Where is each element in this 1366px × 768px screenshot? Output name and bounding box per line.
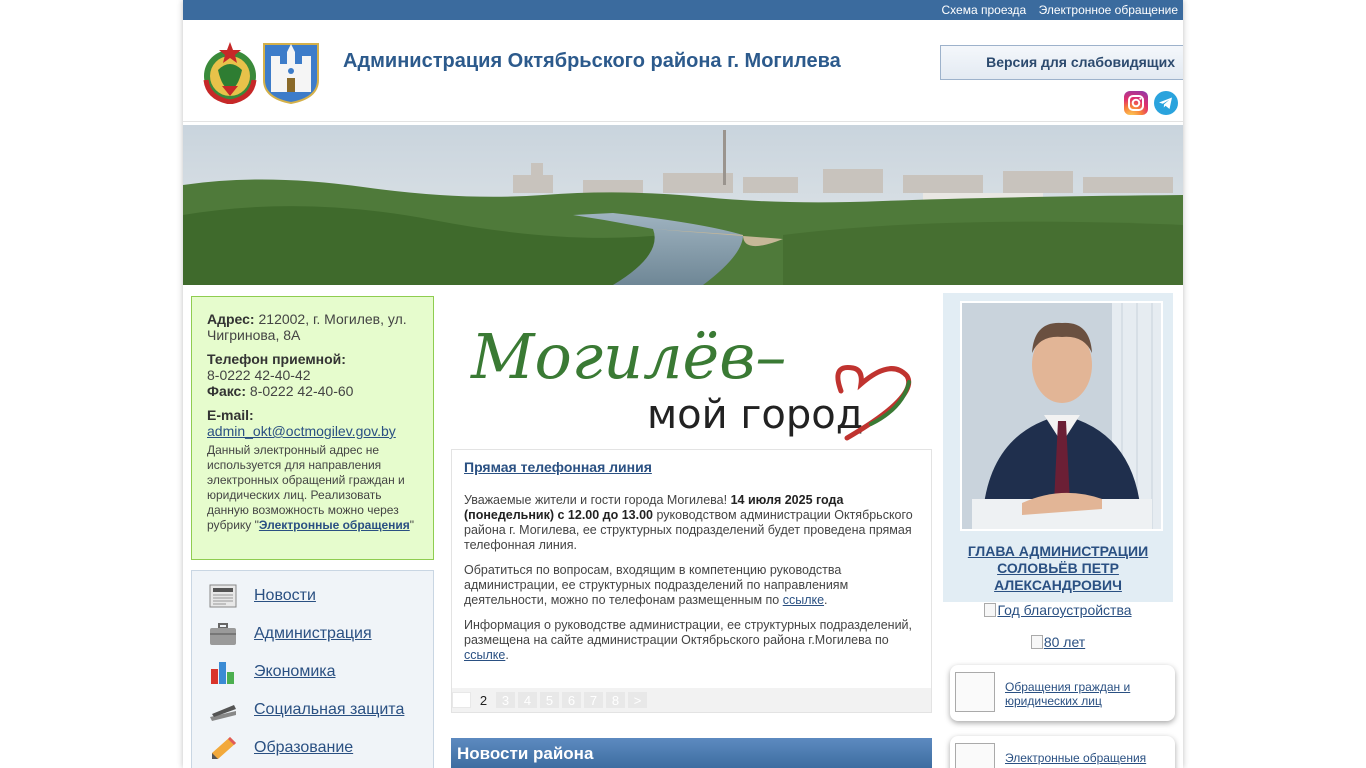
electronic-appeals-link[interactable]: Электронные обращения (1005, 751, 1165, 765)
contact-info-box: Адрес: 212002, г. Могилев, ул. Чигринова… (191, 296, 434, 560)
citizen-appeals-card[interactable]: Обращения граждан и юридических лиц (950, 665, 1175, 721)
bar-chart-icon (211, 662, 234, 684)
phones-link[interactable]: ссылке (783, 593, 824, 607)
menu-item-social-protection[interactable]: Социальная защита (192, 691, 433, 729)
logo-plain-text: мой город (647, 392, 863, 438)
pager-page-7[interactable]: 7 (584, 692, 603, 708)
announcement-paragraph-1: Уважаемые жители и гости города Могилева… (464, 493, 913, 552)
slider-pager: 1 2 3 4 5 6 7 8 > (452, 688, 931, 712)
mogilev-coat-of-arms-icon[interactable] (261, 40, 321, 104)
announcement-paragraph-2: Обратиться по вопросам, входящим в компе… (464, 563, 849, 607)
main-menu: Новости Администрация Экономика Социальн… (191, 570, 434, 768)
leadership-link[interactable]: ссылке (464, 648, 505, 662)
menu-label-news[interactable]: Новости (254, 587, 316, 605)
menu-label-education[interactable]: Образование (254, 739, 353, 757)
menu-item-administration[interactable]: Администрация (192, 615, 433, 653)
page: Схема проезда Электронное обращение Адми… (183, 0, 1183, 768)
menu-label-administration[interactable]: Администрация (254, 625, 372, 643)
logo-script-text: Могилёв– (470, 320, 786, 393)
top-bar: Схема проезда Электронное обращение (183, 0, 1183, 20)
belarus-emblem-icon[interactable] (200, 40, 260, 104)
instagram-icon[interactable] (1124, 91, 1148, 115)
head-name-link[interactable]: ГЛАВА АДМИНИСТРАЦИИ СОЛОВЬЁВ ПЕТР АЛЕКСА… (943, 543, 1173, 594)
newspaper-icon (209, 584, 237, 608)
e-appeal-link[interactable]: Электронное обращение (1039, 3, 1178, 17)
telegram-icon[interactable] (1154, 91, 1178, 115)
pager-next-button[interactable]: > (628, 692, 647, 708)
head-photo[interactable] (960, 301, 1163, 531)
email-line: E-mail: admin_okt@octmogilev.gov.by (207, 407, 396, 439)
announcement-box: Прямая телефонная линия Уважаемые жители… (451, 449, 932, 713)
low-vision-version-button[interactable]: Версия для слабовидящих (940, 45, 1183, 80)
menu-label-social-protection[interactable]: Социальная защита (254, 701, 404, 719)
city-panorama-banner (183, 125, 1183, 285)
menu-item-news[interactable]: Новости (192, 577, 433, 615)
header: Администрация Октябрьского района г. Мог… (183, 20, 1183, 122)
announcement-paragraph-3: Информация о руководстве администрации, … (464, 618, 913, 662)
pager-page-4[interactable]: 4 (518, 692, 537, 708)
address-line: Адрес: 212002, г. Могилев, ул. Чигринова… (207, 311, 407, 343)
stapler-icon (210, 705, 236, 721)
email-link[interactable]: admin_okt@octmogilev.gov.by (207, 423, 396, 439)
mogilev-my-city-logo[interactable]: Могилёв– мой город (451, 296, 932, 446)
broken-image-icon (955, 743, 995, 768)
broken-image-icon (1030, 635, 1043, 649)
menu-label-economy[interactable]: Экономика (254, 663, 336, 681)
broken-image-icon (955, 672, 995, 712)
pager-page-5[interactable]: 5 (540, 692, 559, 708)
80-years-link[interactable]: 80 лет (943, 634, 1173, 650)
menu-item-education[interactable]: Образование (192, 729, 433, 767)
broken-image-icon (984, 603, 997, 617)
pager-page-6[interactable]: 6 (562, 692, 581, 708)
email-note: Данный электронный адрес не используется… (207, 443, 415, 532)
phone-line: Телефон приемной: 8-0222 42-40-42 Факс: 8-… (207, 351, 354, 399)
e-appeals-link[interactable]: Электронные обращения (259, 518, 410, 532)
route-map-link[interactable]: Схема проезда (942, 3, 1027, 17)
pager-page-8[interactable]: 8 (606, 692, 625, 708)
pencil-icon (212, 737, 236, 759)
pager-page-1[interactable]: 1 (452, 692, 471, 708)
electronic-appeals-card[interactable]: Электронные обращения (950, 736, 1175, 768)
menu-item-economy[interactable]: Экономика (192, 653, 433, 691)
year-of-improvement-link[interactable]: Год благоустройства (943, 602, 1173, 618)
district-news-heading: Новости района (451, 738, 932, 768)
announcement-title[interactable]: Прямая телефонная линия (464, 460, 652, 475)
pager-page-3[interactable]: 3 (496, 692, 515, 708)
briefcase-icon (210, 623, 236, 645)
pager-page-2[interactable]: 2 (474, 693, 493, 709)
citizen-appeals-link[interactable]: Обращения граждан и юридических лиц (1005, 680, 1165, 708)
head-of-administration-box: ГЛАВА АДМИНИСТРАЦИИ СОЛОВЬЁВ ПЕТР АЛЕКСА… (943, 293, 1173, 602)
site-title: Администрация Октябрьского района г. Мог… (343, 50, 841, 72)
